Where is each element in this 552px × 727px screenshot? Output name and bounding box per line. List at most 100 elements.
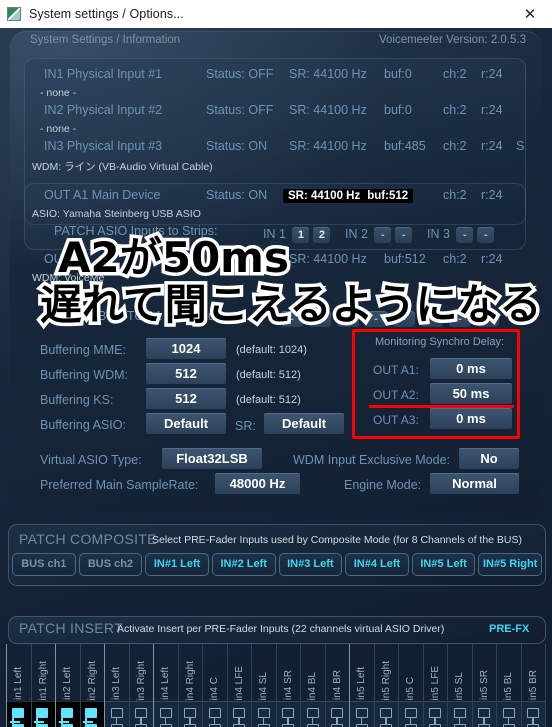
output-row-a1-ch: ch:2: [443, 188, 467, 202]
composite-button-in4-left[interactable]: IN#4 Left: [345, 553, 409, 576]
insert-plug-icon: [304, 708, 322, 727]
insert-channel-in5-right: in5 Right: [373, 644, 398, 727]
insert-channel-label-text: in4 Left: [160, 667, 172, 700]
insert-toggle-in2-right[interactable]: [80, 701, 104, 727]
composite-button-in5-left[interactable]: IN#5 Left: [411, 553, 476, 576]
composite-button-bus-ch2[interactable]: BUS ch2: [78, 553, 143, 576]
system-settings-window: System settings / Options... ✕ System Se…: [0, 0, 552, 727]
composite-button-in2-left[interactable]: IN#2 Left: [211, 553, 276, 576]
input-row-in3-r: r:24: [481, 139, 503, 153]
insert-toggle-in4-br[interactable]: [325, 701, 349, 727]
preferred-samplerate-value[interactable]: 48000 Hz: [215, 473, 300, 494]
buffering-ks-value[interactable]: 512: [146, 388, 226, 409]
monitoring-delay-a2-value[interactable]: 50 ms: [430, 383, 512, 404]
virtual-asio-type-value[interactable]: Float32LSB: [162, 448, 262, 469]
monitoring-delay-a1-value[interactable]: 0 ms: [430, 358, 512, 379]
insert-toggle-in3-right[interactable]: [129, 701, 153, 727]
insert-toggle-in4-c[interactable]: [203, 701, 227, 727]
insert-plug-icon: [500, 708, 518, 727]
insert-channel-in4-sr: in4 SR: [275, 644, 300, 727]
insert-toggle-in3-left[interactable]: [105, 701, 129, 727]
monitoring-delay-a1-label: OUT A1:: [373, 363, 419, 377]
patch-asio-in3-slot-2[interactable]: -: [477, 227, 495, 243]
insert-toggle-in4-bl[interactable]: [301, 701, 325, 727]
buffering-mme-label: Buffering MME:: [40, 343, 126, 357]
buffering-wdm-value[interactable]: 512: [146, 363, 226, 384]
input-row-in2-name[interactable]: IN2 Physical Input #2: [44, 103, 162, 117]
insert-channel-label: in1 Left: [7, 644, 31, 700]
wdm-exclusive-value[interactable]: No: [459, 448, 519, 469]
insert-plug-icon: [181, 708, 199, 727]
insert-plug-icon: [255, 708, 273, 727]
insert-plug-icon: [58, 708, 77, 727]
input-row-in3-buf: buf:485: [384, 139, 426, 153]
patch-asio-in1-slot-1[interactable]: 1: [292, 227, 310, 243]
insert-plug-icon: [83, 708, 101, 727]
insert-toggle-in4-lfe[interactable]: [227, 701, 251, 727]
insert-toggle-in4-left[interactable]: [154, 701, 178, 727]
composite-button-in3-left[interactable]: IN#3 Left: [278, 553, 343, 576]
input-row-in1-name[interactable]: IN1 Physical Input #1: [44, 67, 162, 81]
close-icon[interactable]: ✕: [508, 0, 552, 28]
insert-channel-label: in4 SL: [252, 644, 276, 700]
insert-toggle-in4-sr[interactable]: [276, 701, 300, 727]
insert-toggle-in5-sl[interactable]: [448, 701, 472, 727]
patch-asio-in2-label: IN 2: [345, 227, 368, 241]
input-row-in3-ch: ch:2: [443, 139, 467, 153]
insert-toggle-in5-sr[interactable]: [472, 701, 496, 727]
insert-toggle-in1-right[interactable]: [31, 701, 55, 727]
patch-asio-in3-slot-1[interactable]: -: [456, 227, 474, 243]
insert-channel-label-text: in3 Right: [135, 660, 147, 700]
wdm-exclusive-label: WDM Input Exclusive Mode:: [293, 453, 450, 467]
buffering-asio-value[interactable]: Default: [146, 413, 226, 434]
insert-toggle-in5-bl[interactable]: [497, 701, 521, 727]
insert-channel-in1-right: in1 Right: [30, 644, 55, 727]
insert-channel-label-text: in4 LFE: [233, 665, 245, 700]
buffering-wdm-label: Buffering WDM:: [40, 368, 128, 382]
insert-toggle-in5-lfe[interactable]: [423, 701, 447, 727]
insert-toggle-in1-left[interactable]: [7, 701, 31, 727]
patch-insert-channels: in1 Left in1 Right in2 Left in2 Right in3 Le…: [6, 644, 546, 727]
insert-channel-label: in5 BL: [497, 644, 521, 700]
output-row-a1-name[interactable]: OUT A1 Main Device: [44, 188, 160, 202]
input-row-in3-device: WDM: ライン (VB-Audio Virtual Cable): [32, 161, 213, 173]
output-row-a1-sr: SR: 44100 Hz: [283, 189, 366, 203]
input-row-in3-status: Status: ON: [206, 139, 268, 153]
asio-sr-value[interactable]: Default: [264, 413, 344, 434]
insert-toggle-in5-right[interactable]: [374, 701, 398, 727]
insert-channel-label-text: in1 Right: [37, 660, 49, 700]
insert-channel-label: in2 Left: [56, 644, 80, 700]
input-row-in1-r: r:24: [481, 67, 503, 81]
insert-plug-icon: [377, 708, 395, 727]
insert-channel-in5-lfe: in5 LFE: [422, 644, 447, 727]
monitoring-delay-title: Monitoring Synchro Delay:: [375, 336, 505, 348]
input-row-in1-buf: buf:0: [384, 67, 412, 81]
monitoring-delay-a3-value[interactable]: 0 ms: [430, 408, 512, 429]
insert-toggle-in2-left[interactable]: [56, 701, 80, 727]
insert-channel-in5-left: in5 Left: [349, 644, 374, 727]
insert-plug-icon: [402, 708, 420, 727]
patch-asio-in2-slot-2[interactable]: -: [395, 227, 413, 243]
insert-toggle-in5-br[interactable]: [521, 701, 545, 727]
insert-channel-in5-c: in5 C: [398, 644, 423, 727]
patch-asio-in3-label: IN 3: [427, 227, 450, 241]
composite-button-in1-left[interactable]: IN#1 Left: [145, 553, 209, 576]
engine-mode-value[interactable]: Normal: [430, 473, 519, 494]
asio-sr-label: SR:: [235, 419, 256, 433]
buffering-mme-value[interactable]: 1024: [146, 338, 226, 359]
insert-toggle-in4-sl[interactable]: [252, 701, 276, 727]
insert-toggle-in4-right[interactable]: [178, 701, 202, 727]
insert-plug-icon: [475, 708, 493, 727]
composite-button-in5-right[interactable]: IN#5 Right: [478, 553, 542, 576]
patch-insert-prefx-label[interactable]: PRE-FX: [489, 623, 529, 635]
insert-plug-icon: [353, 708, 371, 727]
insert-toggle-in5-c[interactable]: [399, 701, 423, 727]
patch-asio-in2-slot-1[interactable]: -: [374, 227, 392, 243]
insert-toggle-in5-left[interactable]: [350, 701, 374, 727]
insert-channel-label: in4 BR: [326, 644, 350, 700]
patch-asio-in1-slot-2[interactable]: 2: [313, 227, 331, 243]
composite-button-bus-ch1[interactable]: BUS ch1: [12, 553, 76, 576]
input-row-in2-status: Status: OFF: [206, 103, 274, 117]
input-row-in3-name[interactable]: IN3 Physical Input #3: [44, 139, 162, 153]
insert-channel-in4-lfe: in4 LFE: [226, 644, 251, 727]
